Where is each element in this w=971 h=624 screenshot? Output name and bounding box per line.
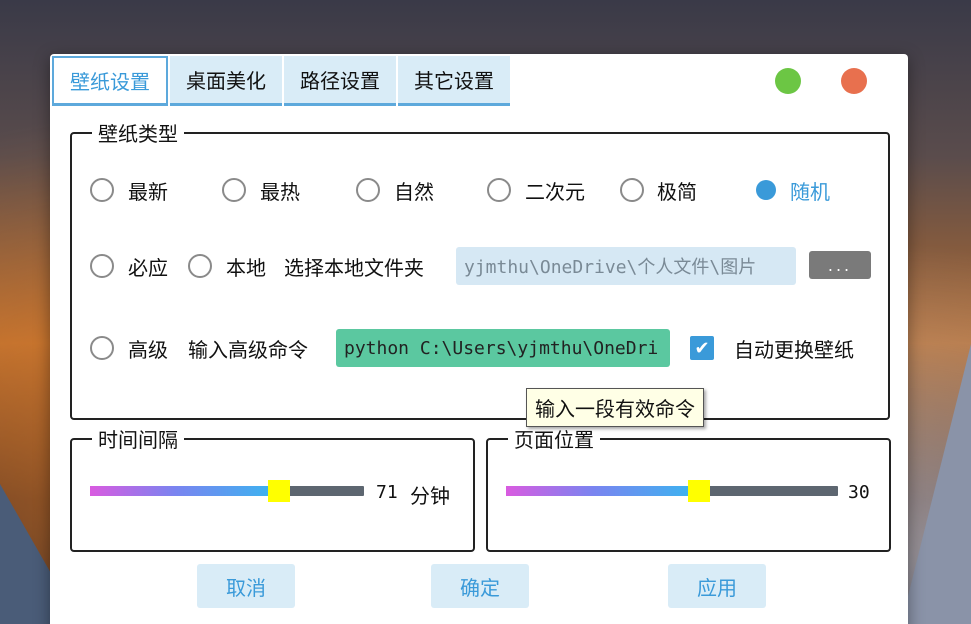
apply-button[interactable]: 应用 xyxy=(668,564,766,608)
cancel-button[interactable]: 取消 xyxy=(197,564,295,608)
interval-slider-thumb[interactable] xyxy=(268,480,290,502)
radio-bing[interactable] xyxy=(90,254,114,278)
radio-label-local: 本地 xyxy=(226,256,266,280)
radio-nature[interactable] xyxy=(356,178,380,202)
command-tooltip: 输入一段有效命令 xyxy=(526,388,704,427)
interval-slider-fill xyxy=(90,486,279,496)
close-button[interactable] xyxy=(841,68,867,94)
tab-bar: 壁纸设置 桌面美化 路径设置 其它设置 xyxy=(52,56,512,106)
radio-hottest[interactable] xyxy=(222,178,246,202)
radio-label-minimal: 极简 xyxy=(657,180,697,204)
page-position-title: 页面位置 xyxy=(514,428,594,452)
radio-local[interactable] xyxy=(188,254,212,278)
wallpaper-type-title: 壁纸类型 xyxy=(98,122,178,146)
tab-wallpaper-settings[interactable]: 壁纸设置 xyxy=(52,56,168,106)
minimize-button[interactable] xyxy=(775,68,801,94)
page-position-value: 30 xyxy=(848,482,870,503)
radio-label-advanced: 高级 xyxy=(128,338,168,362)
radio-label-hottest: 最热 xyxy=(260,180,300,204)
page-position-slider[interactable] xyxy=(506,480,838,502)
background-mountain-right xyxy=(901,344,971,624)
tab-path-settings[interactable]: 路径设置 xyxy=(284,56,396,106)
browse-folder-button[interactable]: ... xyxy=(809,251,871,279)
radio-label-newest: 最新 xyxy=(128,180,168,204)
radio-label-anime: 二次元 xyxy=(525,180,585,204)
tab-other-settings[interactable]: 其它设置 xyxy=(398,56,510,106)
radio-minimal[interactable] xyxy=(620,178,644,202)
advanced-command-input[interactable]: python C:\Users\yjmthu\OneDri xyxy=(336,329,670,367)
radio-label-random: 随机 xyxy=(790,180,830,204)
interval-unit: 分钟 xyxy=(410,484,450,508)
settings-window: 壁纸设置 桌面美化 路径设置 其它设置 壁纸类型 最新 最热 自然 二次元 极简… xyxy=(50,54,908,624)
radio-label-nature: 自然 xyxy=(394,180,434,204)
interval-slider[interactable] xyxy=(90,480,364,502)
radio-advanced[interactable] xyxy=(90,336,114,360)
auto-change-checkbox[interactable]: ✔ xyxy=(690,336,714,360)
page-position-slider-thumb[interactable] xyxy=(688,480,710,502)
advanced-command-label: 输入高级命令 xyxy=(188,338,308,362)
check-icon: ✔ xyxy=(694,337,710,359)
tab-desktop-beautify[interactable]: 桌面美化 xyxy=(170,56,282,106)
radio-random[interactable] xyxy=(756,180,776,200)
page-position-slider-fill xyxy=(506,486,699,496)
interval-title: 时间间隔 xyxy=(98,428,178,452)
auto-change-label: 自动更换壁纸 xyxy=(734,338,854,362)
radio-newest[interactable] xyxy=(90,178,114,202)
radio-label-bing: 必应 xyxy=(128,256,168,280)
radio-anime[interactable] xyxy=(487,178,511,202)
local-folder-input[interactable]: yjmthu\OneDrive\个人文件\图片 xyxy=(456,247,796,285)
interval-value: 71 xyxy=(376,482,398,503)
ok-button[interactable]: 确定 xyxy=(431,564,529,608)
local-folder-label: 选择本地文件夹 xyxy=(284,256,424,280)
